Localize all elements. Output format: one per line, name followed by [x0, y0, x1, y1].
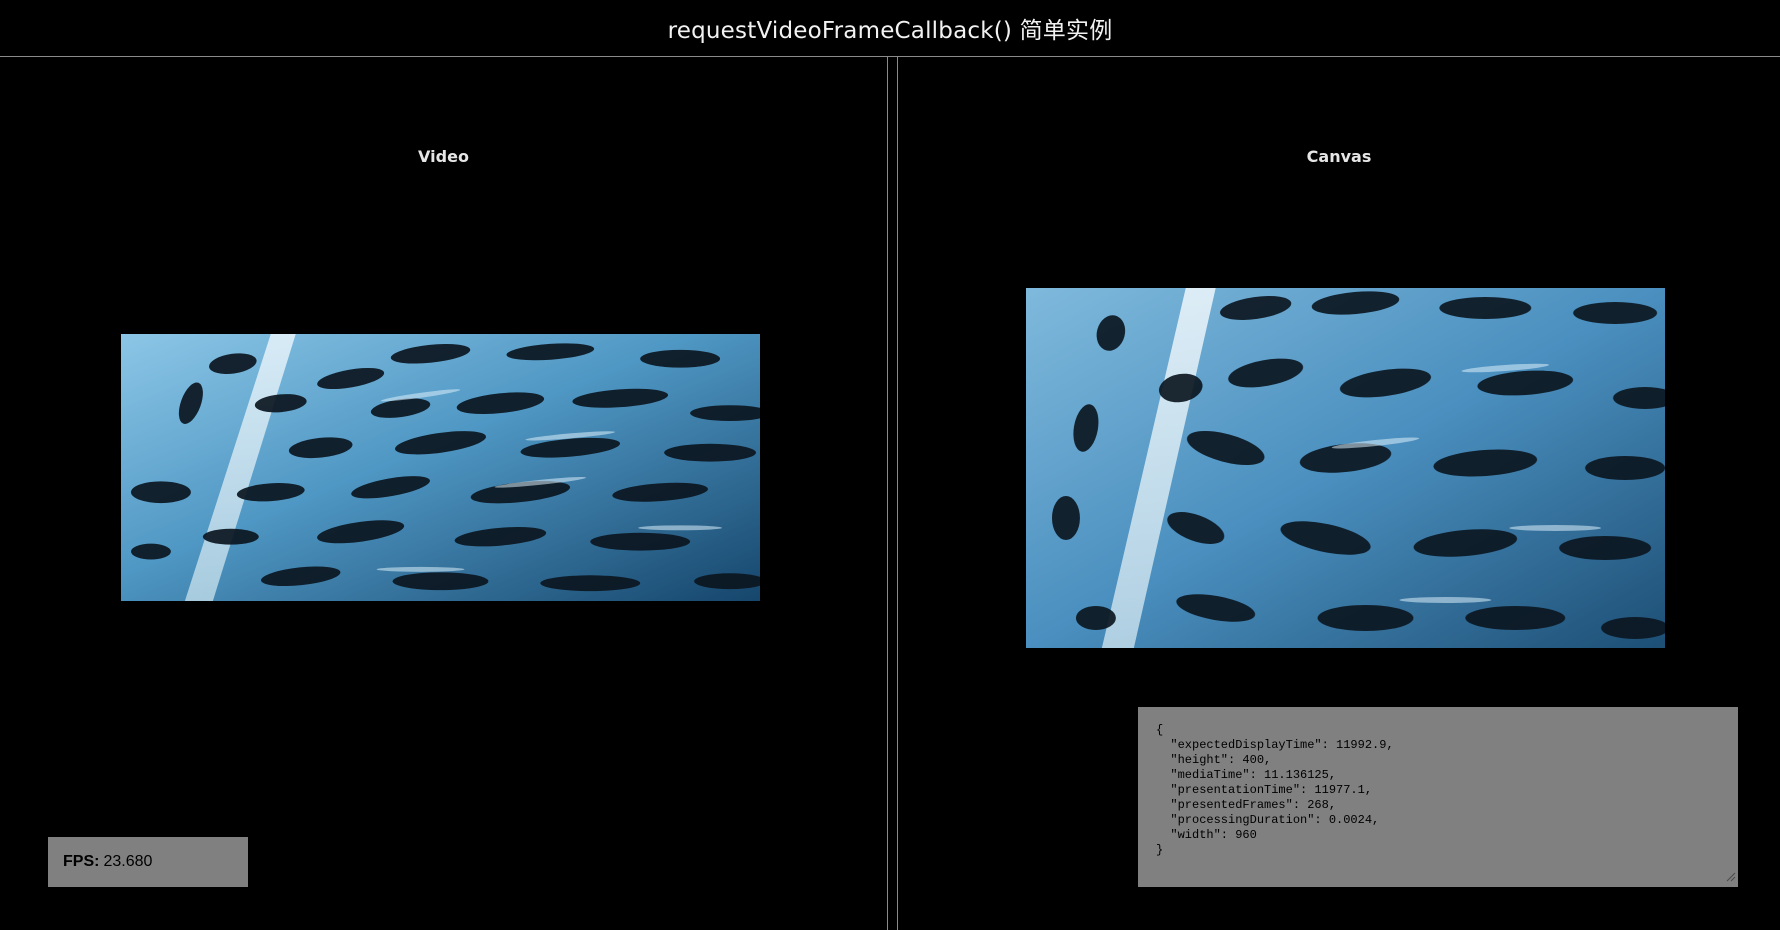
video-frame-image [121, 334, 760, 601]
page-header: requestVideoFrameCallback() 简单实例 [0, 0, 1780, 57]
frame-metadata-textarea[interactable] [1138, 707, 1738, 887]
fps-label: FPS: [63, 853, 100, 870]
canvas-pane-title: Canvas [1306, 147, 1372, 166]
fps-display: FPS: 23.680 [48, 837, 248, 887]
video-player[interactable] [121, 334, 760, 601]
canvas-frame-image [1026, 288, 1665, 648]
video-pane: Video FPS: 23.680 [0, 57, 887, 930]
fps-value: 23.680 [103, 853, 153, 870]
page-title: requestVideoFrameCallback() 简单实例 [667, 18, 1113, 44]
resize-grip-icon[interactable] [1726, 872, 1736, 882]
pane-divider-left [887, 57, 888, 930]
video-pane-title: Video [418, 147, 469, 166]
canvas-pane: Canvas [898, 57, 1780, 930]
canvas-output [1026, 288, 1665, 648]
